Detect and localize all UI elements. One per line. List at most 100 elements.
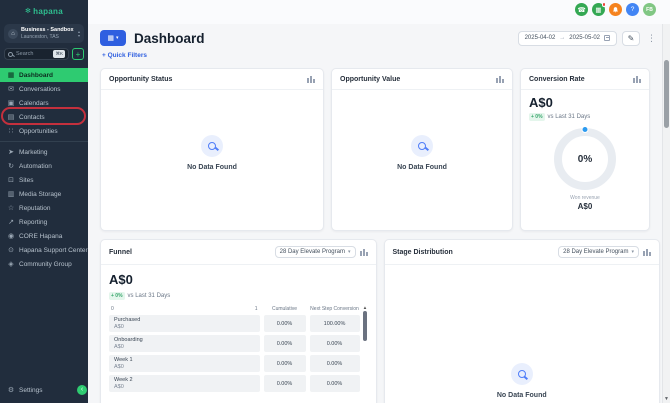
notification-dot bbox=[602, 2, 607, 7]
chevron-down-icon: ▾ bbox=[631, 249, 634, 255]
topbar-icons: ☎ ▦ ? FB bbox=[575, 3, 656, 16]
chart-settings-icon[interactable] bbox=[496, 75, 504, 83]
axis-end-label: 1 bbox=[255, 306, 258, 312]
page-header: ▦ ▾ Dashboard 2025-04-02 → 2025-05-02 ✎ … bbox=[100, 30, 658, 46]
date-range-picker[interactable]: 2025-04-02 → 2025-05-02 bbox=[518, 31, 617, 46]
empty-halo bbox=[511, 363, 533, 385]
edit-dashboard-button[interactable]: ✎ bbox=[622, 31, 640, 46]
search-input[interactable]: Search ⌘K bbox=[4, 48, 69, 60]
empty-state-text: No Data Found bbox=[187, 164, 237, 171]
opportunity-value-card: Opportunity Value No Data Found bbox=[331, 68, 513, 231]
sidebar-item-label: Calendars bbox=[19, 100, 49, 107]
chevron-updown-icon: ▴▾ bbox=[78, 30, 80, 37]
stage-filter-select[interactable]: 28 Day Elevate Program ▾ bbox=[558, 246, 639, 258]
add-button[interactable]: + bbox=[72, 48, 84, 60]
stage-value: A$0 bbox=[114, 384, 255, 390]
apps-grid-icon[interactable]: ▦ bbox=[592, 3, 605, 16]
grid-icon: ▦ bbox=[107, 34, 114, 42]
automation-icon: ↻ bbox=[7, 162, 15, 170]
reputation-icon: ☆ bbox=[7, 204, 15, 212]
column-header-cumulative: Cumulative bbox=[264, 306, 306, 312]
cumulative-cell: 0.00% bbox=[264, 375, 306, 392]
cumulative-cell: 0.00% bbox=[264, 335, 306, 352]
empty-state-text: No Data Found bbox=[497, 392, 547, 399]
funnel-row[interactable]: PurchasedA$0 0.00% 100.00% bbox=[109, 315, 360, 332]
quick-filters-link[interactable]: + Quick Filters bbox=[102, 52, 658, 59]
funnel-amount: A$0 bbox=[109, 272, 133, 287]
support-icon: ⊙ bbox=[7, 246, 15, 254]
sidebar-item-label: Settings bbox=[19, 387, 43, 394]
phone-icon[interactable]: ☎ bbox=[575, 3, 588, 16]
funnel-row[interactable]: Week 1A$0 0.00% 0.00% bbox=[109, 355, 360, 372]
funnel-filter-select[interactable]: 28 Day Elevate Program ▾ bbox=[275, 246, 356, 258]
main-content: ☎ ▦ ? FB ▦ ▾ Dashboard 2025-04-02 → 2025… bbox=[88, 0, 670, 403]
cumulative-cell: 0.00% bbox=[264, 315, 306, 332]
core-hapana-icon: ◉ bbox=[7, 232, 15, 240]
help-icon[interactable]: ? bbox=[626, 3, 639, 16]
sidebar-item-conversations[interactable]: ✉ Conversations bbox=[0, 82, 88, 96]
stage-value: A$0 bbox=[114, 364, 255, 370]
chart-settings-icon[interactable] bbox=[360, 248, 368, 256]
bell-icon[interactable] bbox=[609, 3, 622, 16]
community-icon: ◈ bbox=[7, 260, 15, 268]
more-menu-icon[interactable]: ⋮ bbox=[645, 33, 658, 44]
column-header-next-step: Next Step Conversion bbox=[310, 306, 360, 312]
scroll-down-icon[interactable]: ▼ bbox=[664, 396, 669, 402]
scrollbar-thumb[interactable] bbox=[664, 60, 669, 128]
sidebar-item-core-hapana[interactable]: ◉ CORE Hapana bbox=[0, 229, 88, 243]
opportunity-status-card: Opportunity Status No Data Found bbox=[100, 68, 324, 231]
funnel-table-scrollbar[interactable]: ▲ bbox=[363, 306, 368, 392]
trend-badge: + 0% bbox=[109, 292, 125, 300]
scrollbar-thumb[interactable] bbox=[363, 311, 367, 341]
trend-badge: + 0% bbox=[529, 113, 545, 121]
compare-label: vs Last 31 Days bbox=[548, 114, 591, 120]
sidebar-item-settings[interactable]: ⚙ Settings bbox=[0, 383, 88, 397]
business-selector[interactable]: ⌂ Business - Sandbox Launceston, TAS ▴▾ bbox=[4, 24, 84, 43]
chart-settings-icon[interactable] bbox=[307, 75, 315, 83]
calendar-icon: ▣ bbox=[7, 99, 15, 107]
sidebar-item-automation[interactable]: ↻ Automation bbox=[0, 159, 88, 173]
funnel-table: 0 1 Cumulative Next Step Conversion Purc… bbox=[109, 306, 368, 392]
sidebar-item-label: Automation bbox=[19, 163, 52, 170]
sidebar-item-opportunities[interactable]: ∷ Opportunities bbox=[0, 124, 88, 138]
dashboard-switcher-button[interactable]: ▦ ▾ bbox=[100, 30, 126, 46]
avatar[interactable]: FB bbox=[643, 3, 656, 16]
sidebar-item-contacts[interactable]: ▤ Contacts bbox=[0, 110, 88, 124]
sidebar-item-calendars[interactable]: ▣ Calendars bbox=[0, 96, 88, 110]
collapse-sidebar-button[interactable]: ‹ bbox=[77, 385, 87, 395]
scroll-up-icon[interactable]: ▲ bbox=[363, 306, 367, 310]
chart-settings-icon[interactable] bbox=[643, 248, 651, 256]
funnel-row[interactable]: OnboardingA$0 0.00% 0.00% bbox=[109, 335, 360, 352]
sidebar-item-sites[interactable]: ⊡ Sites bbox=[0, 173, 88, 187]
apps-glyph: ▦ bbox=[595, 6, 601, 14]
sidebar-item-support-center[interactable]: ⊙ Hapana Support Center bbox=[0, 243, 88, 257]
sidebar-item-reporting[interactable]: ↗ Reporting bbox=[0, 215, 88, 229]
empty-halo bbox=[201, 135, 223, 157]
sidebar-item-label: Reputation bbox=[19, 205, 50, 212]
sidebar-item-community-group[interactable]: ◈ Community Group bbox=[0, 257, 88, 271]
business-avatar-icon: ⌂ bbox=[8, 29, 18, 39]
empty-halo bbox=[411, 135, 433, 157]
sidebar-item-reputation[interactable]: ☆ Reputation bbox=[0, 201, 88, 215]
chevron-down-icon: ▾ bbox=[348, 249, 351, 255]
stage-name: Week 2 bbox=[114, 377, 255, 383]
media-storage-icon: ▥ bbox=[7, 190, 15, 198]
sidebar-item-dashboard[interactable]: ▦ Dashboard bbox=[0, 68, 88, 82]
page-scrollbar[interactable]: ▼ bbox=[662, 24, 670, 403]
card-title: Funnel bbox=[109, 249, 132, 256]
next-step-cell: 0.00% bbox=[310, 355, 360, 372]
conversion-rate-card: Conversion Rate A$0 + 0% vs Last 31 Days… bbox=[520, 68, 650, 231]
sidebar-nav: ▦ Dashboard ✉ Conversations ▣ Calendars … bbox=[0, 68, 88, 271]
sidebar: ✻ hapana ⌂ Business - Sandbox Launceston… bbox=[0, 0, 88, 403]
won-revenue-label: Won revenue bbox=[529, 195, 641, 201]
sidebar-item-media-storage[interactable]: ▥ Media Storage bbox=[0, 187, 88, 201]
stage-value: A$0 bbox=[114, 324, 255, 330]
funnel-row[interactable]: Week 2A$0 0.00% 0.00% bbox=[109, 375, 360, 392]
sidebar-item-marketing[interactable]: ➤ Marketing bbox=[0, 145, 88, 159]
chart-settings-icon[interactable] bbox=[633, 75, 641, 83]
date-end: 2025-05-02 bbox=[569, 35, 600, 41]
magnifier-icon bbox=[208, 142, 216, 150]
sidebar-item-label: Contacts bbox=[19, 114, 45, 121]
sidebar-item-label: Reporting bbox=[19, 219, 47, 226]
conversion-amount: A$0 bbox=[529, 95, 641, 110]
